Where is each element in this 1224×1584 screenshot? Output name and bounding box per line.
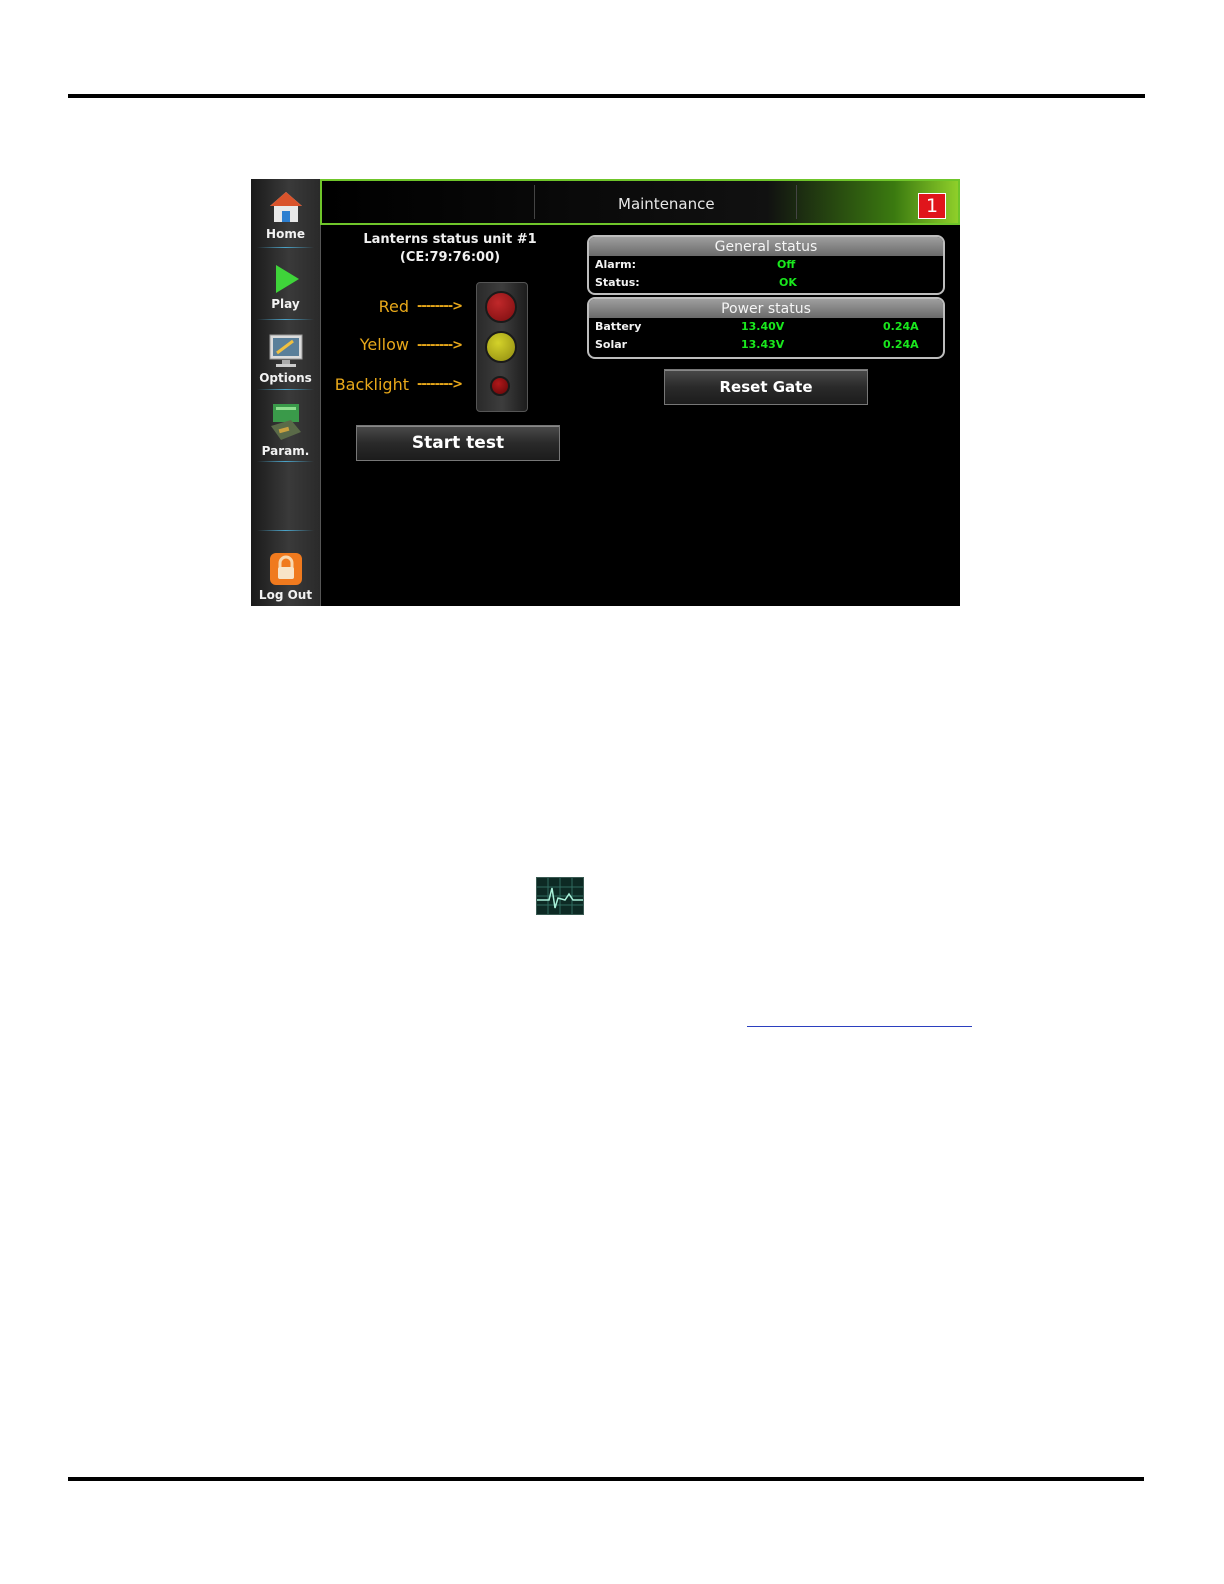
start-test-button[interactable]: Start test — [356, 425, 560, 461]
battery-label: Battery — [595, 320, 642, 333]
maintenance-screen: Home Play Options Param. Log Out Mainten… — [251, 179, 960, 606]
lock-icon — [269, 553, 302, 585]
alarm-value: Off — [777, 258, 796, 271]
reset-gate-button[interactable]: Reset Gate — [664, 369, 868, 405]
yellow-label: Yellow — [359, 335, 409, 354]
lanterns-title: Lanterns status unit #1 (CE:79:76:00) — [351, 231, 549, 267]
sidebar-item-label: Param. — [261, 444, 310, 458]
page-title: Maintenance — [618, 195, 715, 213]
power-status-title: Power status — [589, 299, 943, 318]
solar-voltage: 13.43V — [741, 338, 785, 351]
bottom-rule — [68, 1477, 1144, 1481]
solar-label: Solar — [595, 338, 628, 351]
sidebar-item-param[interactable]: Param. — [251, 402, 320, 462]
lanterns-unit-id: (CE:79:76:00) — [399, 250, 501, 265]
status-value: OK — [779, 276, 797, 289]
home-icon — [269, 192, 302, 222]
header-bar: Maintenance 1 — [320, 179, 960, 225]
status-label: Status: — [595, 276, 640, 289]
top-rule — [68, 94, 1145, 98]
general-status-title: General status — [589, 237, 943, 256]
general-status-panel: General status Alarm: Off Status: OK — [587, 235, 945, 295]
battery-voltage: 13.40V — [741, 320, 785, 333]
param-icon — [270, 404, 301, 440]
alarm-label: Alarm: — [595, 258, 636, 271]
backlight-arrow: --------> — [417, 377, 463, 392]
power-status-panel: Power status Battery 13.40V 0.24A Solar … — [587, 297, 945, 359]
sidebar-item-logout[interactable]: Log Out — [251, 530, 320, 602]
red-arrow: --------> — [417, 299, 463, 314]
backlight-label: Backlight — [334, 375, 409, 394]
sidebar-item-label: Home — [266, 227, 305, 241]
heartbeat-icon — [536, 877, 584, 915]
backlight-lamp — [490, 376, 510, 396]
yellow-lamp — [485, 331, 517, 363]
unit-badge[interactable]: 1 — [918, 193, 946, 219]
yellow-arrow: --------> — [417, 338, 463, 353]
hyperlink-underline[interactable] — [747, 1026, 972, 1027]
solar-current: 0.24A — [883, 338, 919, 351]
battery-current: 0.24A — [883, 320, 919, 333]
sidebar-item-home[interactable]: Home — [251, 189, 320, 248]
sidebar-item-label: Log Out — [258, 588, 313, 602]
lanterns-title-line1: Lanterns status unit #1 — [363, 232, 537, 247]
red-label: Red — [378, 297, 409, 316]
traffic-light — [476, 282, 528, 412]
play-icon — [275, 265, 299, 293]
red-lamp — [485, 291, 517, 323]
